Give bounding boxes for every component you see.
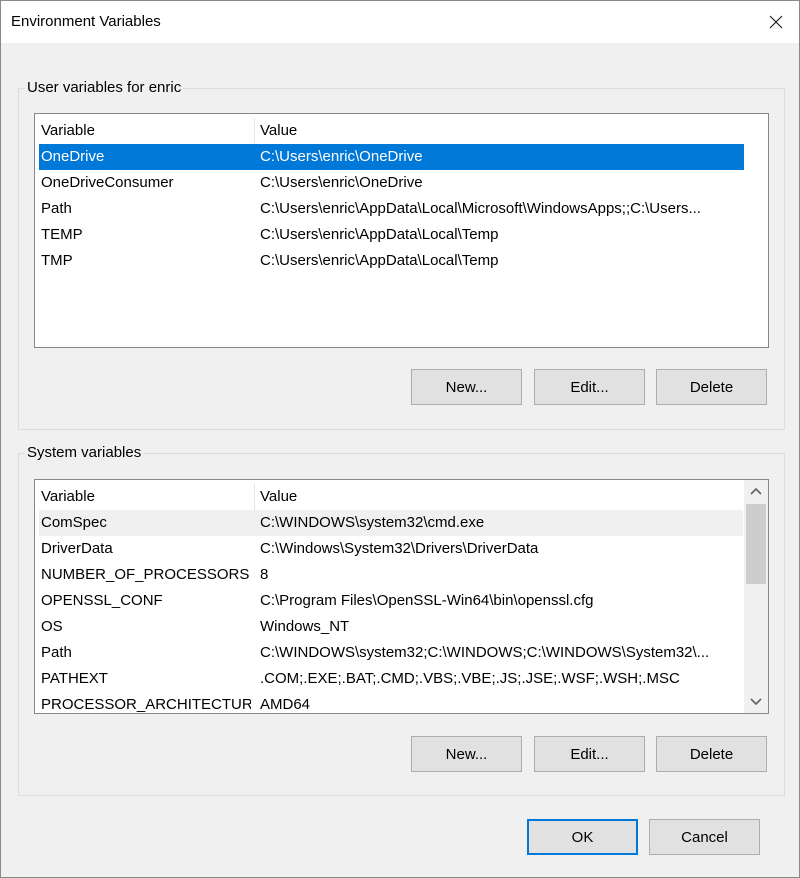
table-row[interactable]: PATHEXT .COM;.EXE;.BAT;.CMD;.VBS;.VBE;.JS… — [39, 666, 743, 692]
variable-name-cell: TMP — [41, 252, 73, 269]
user-variables-group: User variables for enric Variable Value … — [18, 79, 785, 430]
table-row[interactable]: OneDrive C:\Users\enric\OneDrive — [39, 144, 744, 170]
system-new-button[interactable]: New... — [411, 736, 522, 772]
variable-name-cell: DriverData — [41, 540, 113, 557]
variable-value-cell: C:\WINDOWS\system32;C:\WINDOWS;C:\WINDOW… — [260, 644, 710, 661]
ok-button[interactable]: OK — [527, 819, 638, 855]
scroll-thumb[interactable] — [746, 504, 766, 584]
window-title: Environment Variables — [11, 13, 161, 30]
variable-value-cell: AMD64 — [260, 696, 311, 713]
user-variables-list[interactable]: Variable Value OneDrive C:\Users\enric\On… — [34, 113, 769, 348]
vertical-scrollbar[interactable] — [744, 480, 768, 713]
chevron-down-icon — [750, 698, 762, 706]
variable-value-cell: C:\Program Files\OpenSSL-Win64\bin\opens… — [260, 592, 594, 609]
variable-name-cell: PROCESSOR_ARCHITECTURE — [41, 696, 251, 713]
table-row[interactable]: TMP C:\Users\enric\AppData\Local\Temp — [39, 248, 744, 274]
scroll-up-button[interactable] — [744, 480, 768, 502]
variable-name-cell: OneDriveConsumer — [41, 174, 174, 191]
table-row[interactable]: DriverData C:\Windows\System32\Drivers\Dr… — [39, 536, 743, 562]
system-variables-label: System variables — [25, 444, 144, 461]
variable-name-cell: ComSpec — [41, 514, 107, 531]
ok-button-label: OK — [571, 828, 594, 846]
variable-name-cell: TEMP — [41, 226, 83, 243]
user-new-button-label: New... — [445, 378, 488, 396]
close-icon — [769, 15, 783, 29]
user-new-button[interactable]: New... — [411, 369, 522, 405]
cancel-button[interactable]: Cancel — [649, 819, 760, 855]
variable-value-cell: C:\Users\enric\AppData\Local\Temp — [260, 226, 499, 243]
variable-value-cell: .COM;.EXE;.BAT;.CMD;.VBS;.VBE;.JS;.JSE;.… — [260, 670, 680, 687]
list-header: Variable Value — [35, 118, 768, 144]
variable-name-cell: OS — [41, 618, 63, 635]
system-edit-button[interactable]: Edit... — [534, 736, 645, 772]
title-bar: Environment Variables — [1, 1, 799, 43]
table-row[interactable]: Path C:\Users\enric\AppData\Local\Microso… — [39, 196, 744, 222]
variable-name-cell: PATHEXT — [41, 670, 108, 687]
variable-name-cell: Path — [41, 200, 72, 217]
column-header-value[interactable]: Value — [260, 484, 740, 510]
variable-value-cell: C:\Users\enric\AppData\Local\Temp — [260, 252, 499, 269]
system-variables-list[interactable]: Variable Value ComSpec C:\WINDOWS\system3… — [34, 479, 769, 714]
variable-value-cell: C:\Users\enric\OneDrive — [260, 148, 423, 165]
system-variables-group: System variables Variable Value ComSpec C… — [18, 444, 785, 796]
variable-value-cell: 8 — [260, 566, 269, 583]
variable-value-cell: C:\WINDOWS\system32\cmd.exe — [260, 514, 485, 531]
user-delete-button-label: Delete — [689, 378, 734, 396]
variable-name-cell: NUMBER_OF_PROCESSORS — [41, 566, 250, 583]
variable-name-cell: OneDrive — [41, 148, 105, 165]
column-header-variable[interactable]: Variable — [41, 484, 251, 510]
table-row[interactable]: NUMBER_OF_PROCESSORS 8 — [39, 562, 743, 588]
table-row[interactable]: OneDriveConsumer C:\Users\enric\OneDrive — [39, 170, 744, 196]
table-row[interactable]: OPENSSL_CONF C:\Program Files\OpenSSL-Win… — [39, 588, 743, 614]
table-row[interactable]: Path C:\WINDOWS\system32;C:\WINDOWS;C:\WI… — [39, 640, 743, 666]
environment-variables-dialog: Environment Variables User variables for… — [0, 0, 800, 878]
variable-value-cell: C:\Users\enric\AppData\Local\Microsoft\W… — [260, 200, 701, 217]
chevron-up-icon — [750, 487, 762, 495]
table-row[interactable]: PROCESSOR_ARCHITECTURE AMD64 — [39, 692, 743, 713]
variable-name-cell: Path — [41, 644, 72, 661]
user-variables-label: User variables for enric — [25, 79, 184, 96]
variable-name-cell: OPENSSL_CONF — [41, 592, 163, 609]
column-header-variable[interactable]: Variable — [41, 118, 251, 144]
user-edit-button[interactable]: Edit... — [534, 369, 645, 405]
table-row[interactable]: ComSpec C:\WINDOWS\system32\cmd.exe — [39, 510, 743, 536]
variable-value-cell: C:\Windows\System32\Drivers\DriverData — [260, 540, 539, 557]
table-row[interactable]: OS Windows_NT — [39, 614, 743, 640]
system-delete-button[interactable]: Delete — [656, 736, 767, 772]
list-header: Variable Value — [35, 484, 745, 510]
cancel-button-label: Cancel — [681, 828, 728, 846]
system-delete-button-label: Delete — [689, 745, 734, 763]
system-new-button-label: New... — [445, 745, 488, 763]
scroll-down-button[interactable] — [744, 691, 768, 713]
user-delete-button[interactable]: Delete — [656, 369, 767, 405]
table-row[interactable]: TEMP C:\Users\enric\AppData\Local\Temp — [39, 222, 744, 248]
variable-value-cell: Windows_NT — [260, 618, 350, 635]
column-header-value[interactable]: Value — [260, 118, 740, 144]
close-button[interactable] — [753, 1, 799, 43]
user-edit-button-label: Edit... — [570, 378, 609, 396]
variable-value-cell: C:\Users\enric\OneDrive — [260, 174, 423, 191]
system-edit-button-label: Edit... — [570, 745, 609, 763]
